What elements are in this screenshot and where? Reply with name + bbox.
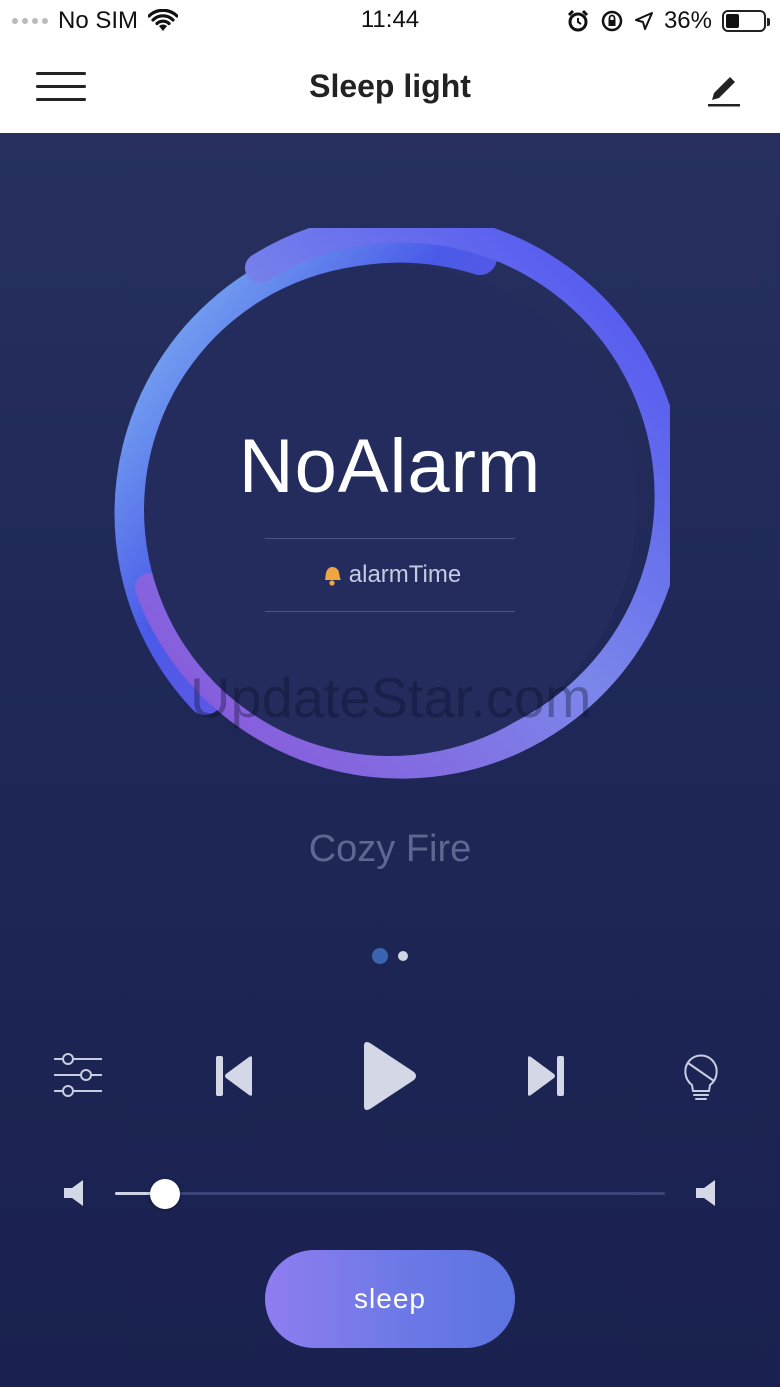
equalizer-icon[interactable] xyxy=(52,1051,104,1099)
alarm-clock-icon xyxy=(567,9,589,32)
sleep-button[interactable]: sleep xyxy=(265,1250,515,1348)
volume-low-icon[interactable] xyxy=(62,1178,86,1213)
orientation-lock-icon xyxy=(601,10,623,32)
page-dot[interactable] xyxy=(398,951,408,961)
volume-high-icon[interactable] xyxy=(694,1178,718,1213)
page-title: Sleep light xyxy=(309,68,471,104)
divider-bottom xyxy=(265,611,515,612)
alarm-time-row[interactable]: alarmTime xyxy=(240,561,540,589)
divider-top xyxy=(265,538,515,539)
battery-fill xyxy=(726,14,739,28)
battery-percent: 36% xyxy=(663,7,712,34)
play-icon[interactable] xyxy=(360,1040,418,1112)
player-area: NoAlarm alarmTime UpdateStar.com Cozy Fi… xyxy=(0,133,780,1387)
bulb-icon[interactable] xyxy=(680,1051,722,1103)
previous-icon[interactable] xyxy=(214,1055,254,1097)
page-dot-active[interactable] xyxy=(372,948,388,964)
volume-slider-thumb[interactable] xyxy=(149,1179,180,1209)
alarm-time-label: alarmTime xyxy=(348,561,462,588)
battery-icon xyxy=(722,10,770,32)
track-name: Cozy Fire xyxy=(308,828,472,870)
bell-icon xyxy=(324,566,341,586)
status-bar: No SIM 11:44 36% xyxy=(0,0,780,44)
alarm-status: NoAlarm xyxy=(238,424,542,509)
nav-bar: Sleep light xyxy=(0,44,780,134)
page-indicator xyxy=(0,948,780,964)
status-right: 36% xyxy=(566,6,770,36)
edit-pencil-icon[interactable] xyxy=(704,70,744,110)
location-arrow-icon xyxy=(634,12,653,30)
playback-controls xyxy=(0,1033,780,1123)
volume-row xyxy=(0,1173,780,1213)
next-icon[interactable] xyxy=(526,1055,566,1097)
volume-slider[interactable] xyxy=(115,1179,665,1209)
